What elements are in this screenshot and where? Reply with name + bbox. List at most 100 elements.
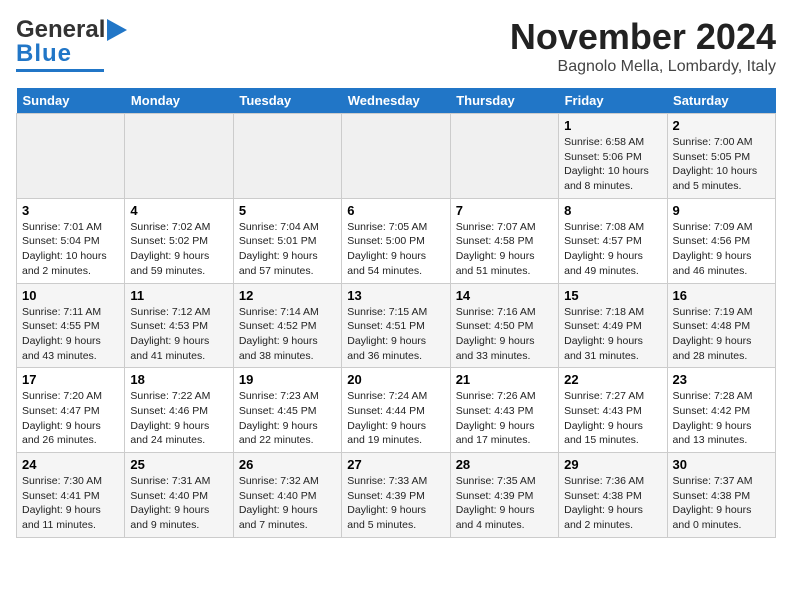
day-detail: Sunrise: 7:35 AM Sunset: 4:39 PM Dayligh… <box>456 474 553 533</box>
calendar-cell: 9 Sunrise: 7:09 AM Sunset: 4:56 PM Daylig… <box>667 198 775 283</box>
day-detail: Sunrise: 7:36 AM Sunset: 4:38 PM Dayligh… <box>564 474 661 533</box>
day-number: 11 <box>130 288 227 303</box>
col-wednesday: Wednesday <box>342 88 450 114</box>
day-number: 28 <box>456 457 553 472</box>
day-detail: Sunrise: 7:00 AM Sunset: 5:05 PM Dayligh… <box>673 135 770 194</box>
page-header: General Blue November 2024 Bagnolo Mella… <box>16 16 776 76</box>
day-detail: Sunrise: 7:22 AM Sunset: 4:46 PM Dayligh… <box>130 389 227 448</box>
calendar-cell <box>233 114 341 199</box>
calendar-cell: 4 Sunrise: 7:02 AM Sunset: 5:02 PM Daylig… <box>125 198 233 283</box>
day-number: 6 <box>347 203 444 218</box>
col-saturday: Saturday <box>667 88 775 114</box>
calendar-week-row: 1 Sunrise: 6:58 AM Sunset: 5:06 PM Daylig… <box>17 114 776 199</box>
day-detail: Sunrise: 7:28 AM Sunset: 4:42 PM Dayligh… <box>673 389 770 448</box>
calendar-cell: 14 Sunrise: 7:16 AM Sunset: 4:50 PM Dayli… <box>450 283 558 368</box>
calendar-cell: 18 Sunrise: 7:22 AM Sunset: 4:46 PM Dayli… <box>125 368 233 453</box>
day-detail: Sunrise: 7:05 AM Sunset: 5:00 PM Dayligh… <box>347 220 444 279</box>
calendar-week-row: 3 Sunrise: 7:01 AM Sunset: 5:04 PM Daylig… <box>17 198 776 283</box>
day-number: 21 <box>456 372 553 387</box>
day-number: 5 <box>239 203 336 218</box>
day-detail: Sunrise: 7:02 AM Sunset: 5:02 PM Dayligh… <box>130 220 227 279</box>
calendar-cell: 30 Sunrise: 7:37 AM Sunset: 4:38 PM Dayli… <box>667 453 775 538</box>
location-title: Bagnolo Mella, Lombardy, Italy <box>510 58 776 76</box>
day-detail: Sunrise: 6:58 AM Sunset: 5:06 PM Dayligh… <box>564 135 661 194</box>
calendar-cell: 7Sunrise: 7:07 AM Sunset: 4:58 PM Daylig… <box>450 198 558 283</box>
day-number: 25 <box>130 457 227 472</box>
day-detail: Sunrise: 7:30 AM Sunset: 4:41 PM Dayligh… <box>22 474 119 533</box>
day-number: 15 <box>564 288 661 303</box>
day-detail: Sunrise: 7:07 AM Sunset: 4:58 PM Dayligh… <box>456 220 553 279</box>
calendar-cell <box>125 114 233 199</box>
day-number: 9 <box>673 203 770 218</box>
day-number: 16 <box>673 288 770 303</box>
day-number: 27 <box>347 457 444 472</box>
calendar-week-row: 24 Sunrise: 7:30 AM Sunset: 4:41 PM Dayli… <box>17 453 776 538</box>
calendar-cell: 13 Sunrise: 7:15 AM Sunset: 4:51 PM Dayli… <box>342 283 450 368</box>
calendar-cell <box>17 114 125 199</box>
day-detail: Sunrise: 7:27 AM Sunset: 4:43 PM Dayligh… <box>564 389 661 448</box>
calendar-cell: 19 Sunrise: 7:23 AM Sunset: 4:45 PM Dayli… <box>233 368 341 453</box>
day-number: 12 <box>239 288 336 303</box>
day-number: 26 <box>239 457 336 472</box>
calendar-cell: 29Sunrise: 7:36 AM Sunset: 4:38 PM Dayli… <box>559 453 667 538</box>
day-detail: Sunrise: 7:19 AM Sunset: 4:48 PM Dayligh… <box>673 305 770 364</box>
calendar-week-row: 10Sunrise: 7:11 AM Sunset: 4:55 PM Dayli… <box>17 283 776 368</box>
col-monday: Monday <box>125 88 233 114</box>
day-detail: Sunrise: 7:33 AM Sunset: 4:39 PM Dayligh… <box>347 474 444 533</box>
calendar-cell: 21 Sunrise: 7:26 AM Sunset: 4:43 PM Dayli… <box>450 368 558 453</box>
col-tuesday: Tuesday <box>233 88 341 114</box>
logo-underline <box>16 69 104 72</box>
day-detail: Sunrise: 7:32 AM Sunset: 4:40 PM Dayligh… <box>239 474 336 533</box>
calendar-cell: 6 Sunrise: 7:05 AM Sunset: 5:00 PM Daylig… <box>342 198 450 283</box>
day-number: 18 <box>130 372 227 387</box>
logo-arrow-icon <box>107 19 135 41</box>
logo-blue: Blue <box>16 40 72 68</box>
day-detail: Sunrise: 7:37 AM Sunset: 4:38 PM Dayligh… <box>673 474 770 533</box>
day-detail: Sunrise: 7:14 AM Sunset: 4:52 PM Dayligh… <box>239 305 336 364</box>
day-detail: Sunrise: 7:20 AM Sunset: 4:47 PM Dayligh… <box>22 389 119 448</box>
calendar-cell: 17 Sunrise: 7:20 AM Sunset: 4:47 PM Dayli… <box>17 368 125 453</box>
day-number: 14 <box>456 288 553 303</box>
day-detail: Sunrise: 7:18 AM Sunset: 4:49 PM Dayligh… <box>564 305 661 364</box>
calendar-cell: 24 Sunrise: 7:30 AM Sunset: 4:41 PM Dayli… <box>17 453 125 538</box>
day-number: 1 <box>564 118 661 133</box>
day-number: 30 <box>673 457 770 472</box>
day-detail: Sunrise: 7:16 AM Sunset: 4:50 PM Dayligh… <box>456 305 553 364</box>
day-number: 17 <box>22 372 119 387</box>
calendar-cell: 1 Sunrise: 6:58 AM Sunset: 5:06 PM Daylig… <box>559 114 667 199</box>
col-thursday: Thursday <box>450 88 558 114</box>
calendar-cell: 26 Sunrise: 7:32 AM Sunset: 4:40 PM Dayli… <box>233 453 341 538</box>
day-number: 22 <box>564 372 661 387</box>
day-number: 13 <box>347 288 444 303</box>
calendar-cell: 8Sunrise: 7:08 AM Sunset: 4:57 PM Daylig… <box>559 198 667 283</box>
title-area: November 2024 Bagnolo Mella, Lombardy, I… <box>510 16 776 76</box>
day-detail: Sunrise: 7:09 AM Sunset: 4:56 PM Dayligh… <box>673 220 770 279</box>
col-sunday: Sunday <box>17 88 125 114</box>
calendar-cell <box>450 114 558 199</box>
calendar-cell <box>342 114 450 199</box>
day-detail: Sunrise: 7:15 AM Sunset: 4:51 PM Dayligh… <box>347 305 444 364</box>
day-number: 19 <box>239 372 336 387</box>
day-number: 4 <box>130 203 227 218</box>
col-friday: Friday <box>559 88 667 114</box>
calendar-cell: 2 Sunrise: 7:00 AM Sunset: 5:05 PM Daylig… <box>667 114 775 199</box>
calendar-cell: 11 Sunrise: 7:12 AM Sunset: 4:53 PM Dayli… <box>125 283 233 368</box>
calendar-cell: 12 Sunrise: 7:14 AM Sunset: 4:52 PM Dayli… <box>233 283 341 368</box>
calendar-week-row: 17 Sunrise: 7:20 AM Sunset: 4:47 PM Dayli… <box>17 368 776 453</box>
logo: General Blue <box>16 16 135 72</box>
day-number: 24 <box>22 457 119 472</box>
day-number: 8 <box>564 203 661 218</box>
day-number: 23 <box>673 372 770 387</box>
day-number: 2 <box>673 118 770 133</box>
calendar-cell: 10Sunrise: 7:11 AM Sunset: 4:55 PM Dayli… <box>17 283 125 368</box>
calendar-cell: 23 Sunrise: 7:28 AM Sunset: 4:42 PM Dayli… <box>667 368 775 453</box>
calendar-cell: 15 Sunrise: 7:18 AM Sunset: 4:49 PM Dayli… <box>559 283 667 368</box>
day-number: 20 <box>347 372 444 387</box>
day-detail: Sunrise: 7:01 AM Sunset: 5:04 PM Dayligh… <box>22 220 119 279</box>
calendar-cell: 3 Sunrise: 7:01 AM Sunset: 5:04 PM Daylig… <box>17 198 125 283</box>
day-detail: Sunrise: 7:26 AM Sunset: 4:43 PM Dayligh… <box>456 389 553 448</box>
day-detail: Sunrise: 7:12 AM Sunset: 4:53 PM Dayligh… <box>130 305 227 364</box>
calendar-header-row: Sunday Monday Tuesday Wednesday Thursday… <box>17 88 776 114</box>
day-number: 3 <box>22 203 119 218</box>
day-detail: Sunrise: 7:23 AM Sunset: 4:45 PM Dayligh… <box>239 389 336 448</box>
